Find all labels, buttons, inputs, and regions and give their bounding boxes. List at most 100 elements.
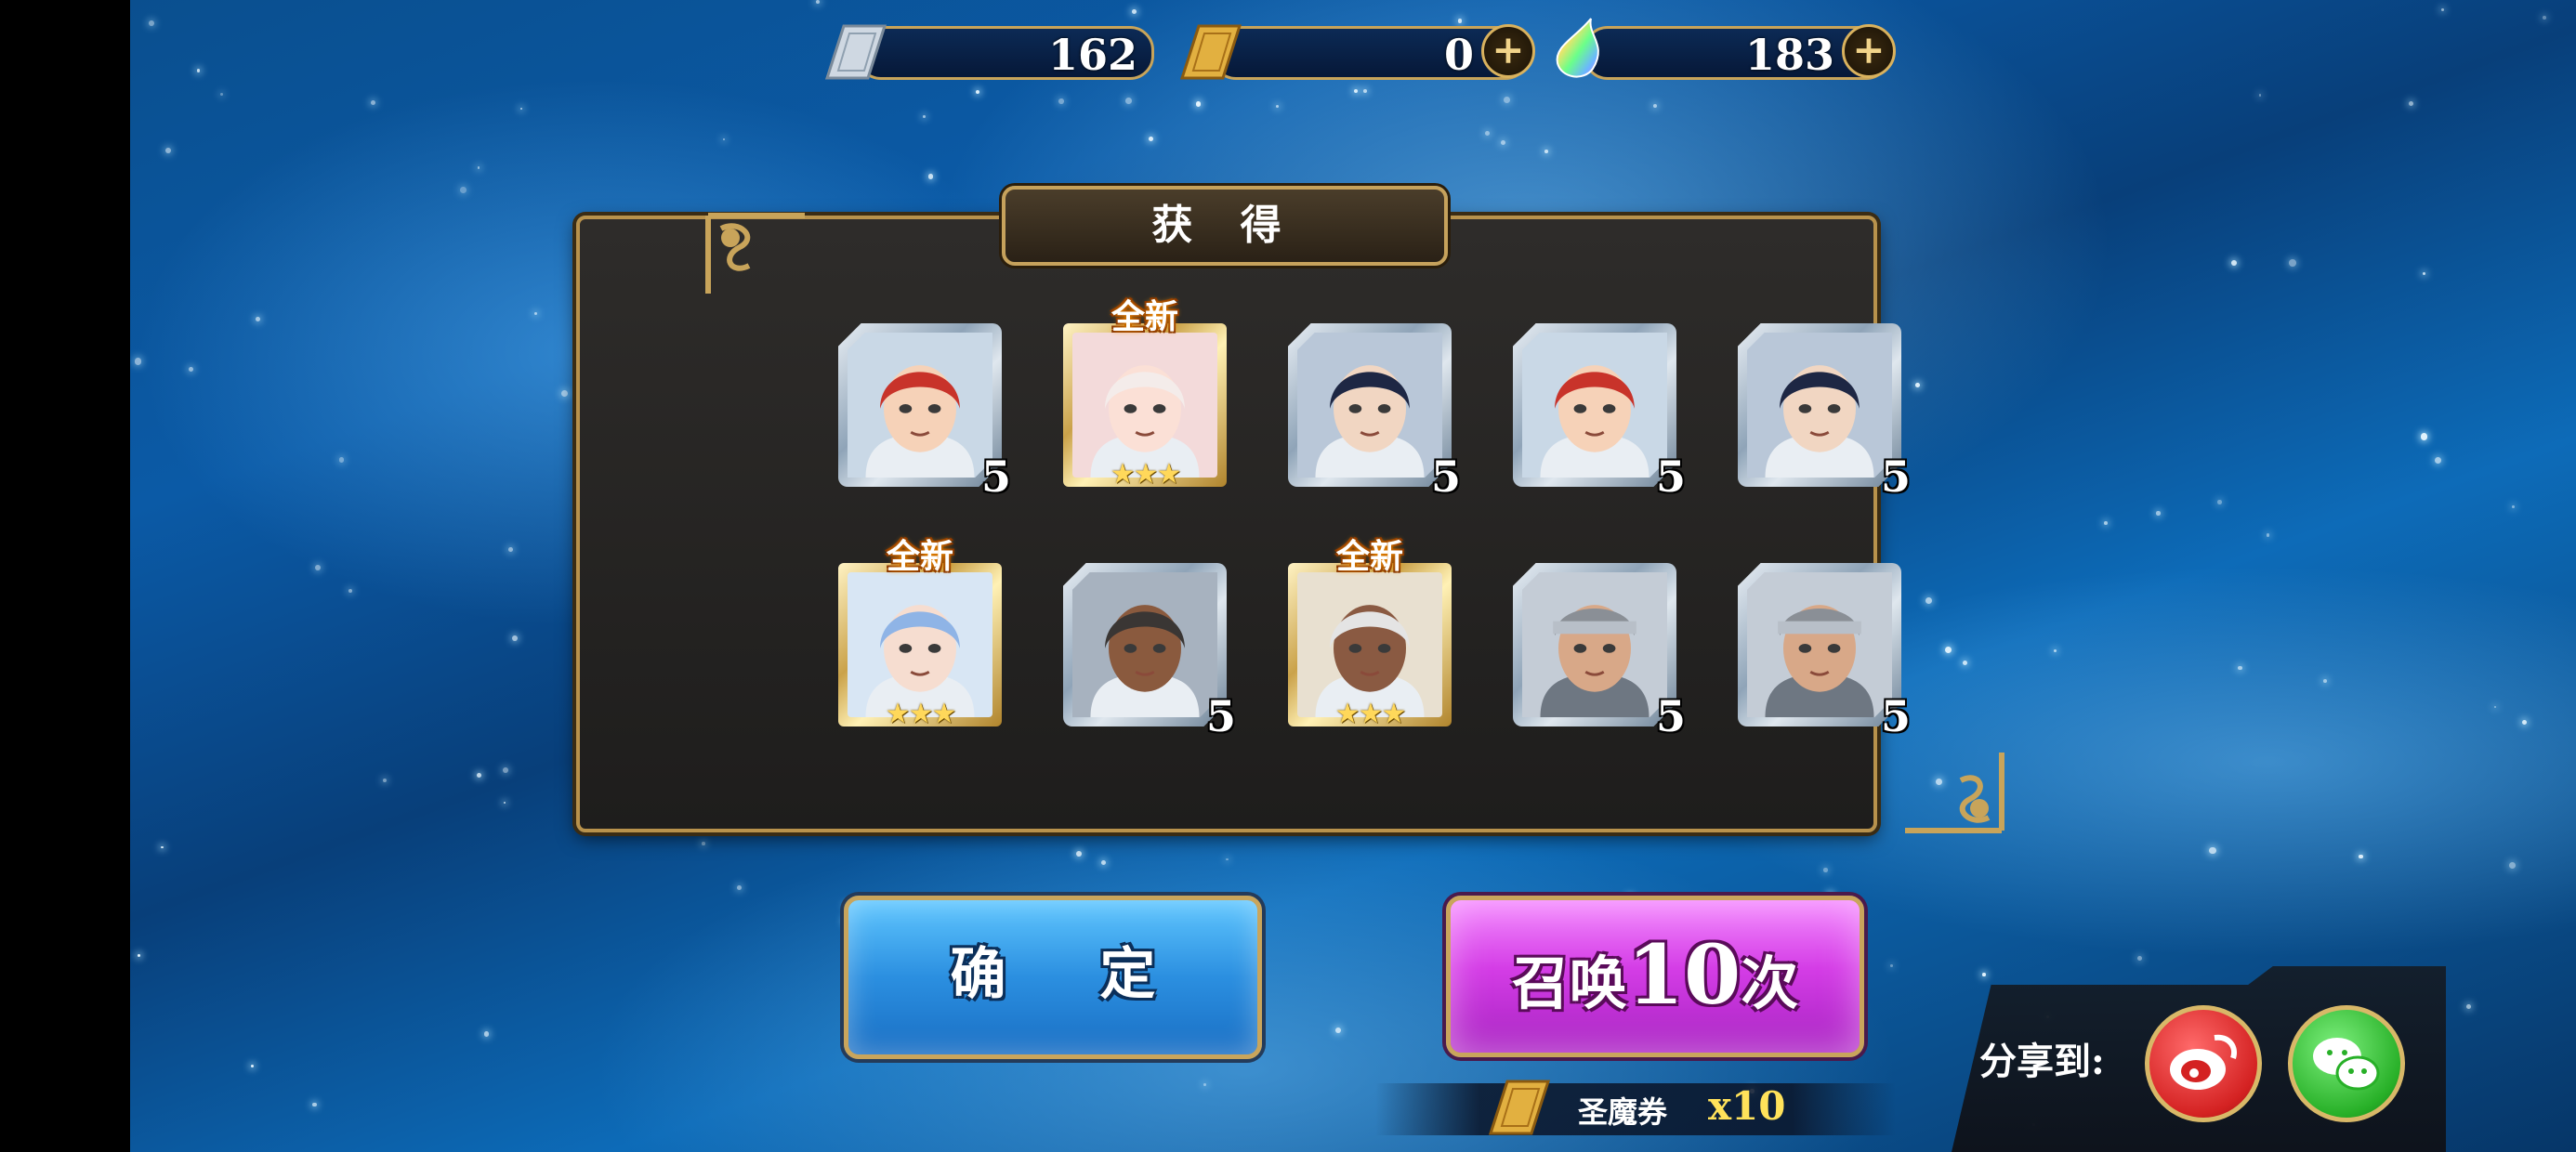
result-card[interactable]: 5 bbox=[1513, 563, 1686, 741]
cost-count: x10 bbox=[1708, 1083, 1786, 1129]
sparkle bbox=[1963, 661, 1968, 666]
currency-crystal: 183 + bbox=[1550, 18, 1896, 80]
character-portrait bbox=[1297, 572, 1442, 717]
result-card[interactable]: 5 bbox=[1738, 323, 1911, 502]
sparkle bbox=[1503, 96, 1511, 104]
sparkle bbox=[2409, 101, 2414, 107]
result-card[interactable]: ★★★ 全新 bbox=[838, 537, 1002, 730]
sparkle bbox=[2420, 433, 2428, 440]
sparkle bbox=[2104, 521, 2108, 526]
sparkle bbox=[476, 772, 482, 779]
result-card[interactable]: 5 bbox=[1513, 323, 1686, 502]
card-count: 5 bbox=[1430, 452, 1461, 502]
sparkle bbox=[1353, 88, 1359, 94]
sparkle bbox=[1925, 597, 1933, 605]
sparkle bbox=[1195, 101, 1202, 107]
star-rating: ★★★ bbox=[885, 698, 957, 730]
card-count: 5 bbox=[1880, 691, 1911, 741]
summon-label: 召唤10次 bbox=[1511, 926, 1799, 1023]
card-count: 5 bbox=[1655, 452, 1686, 502]
cost-item-name: 圣魔券 bbox=[1578, 1094, 1668, 1130]
sparkle bbox=[1485, 130, 1490, 136]
sparkle bbox=[737, 885, 743, 890]
sparkle bbox=[137, 953, 140, 957]
new-badge: 全新 bbox=[886, 537, 953, 576]
character-portrait bbox=[1072, 333, 1217, 478]
currency-gold-ticket: 0 + bbox=[1178, 22, 1535, 80]
sparkle bbox=[1125, 98, 1133, 104]
sparkle bbox=[2258, 94, 2262, 97]
result-card[interactable]: 5 bbox=[1288, 323, 1461, 502]
confirm-button[interactable]: 确 定 bbox=[844, 896, 1262, 1059]
sparkle bbox=[2209, 846, 2216, 855]
ornament-top-left bbox=[705, 213, 805, 294]
sparkle bbox=[928, 174, 934, 179]
sparkle bbox=[2288, 259, 2296, 268]
character-portrait bbox=[1522, 333, 1667, 478]
new-badge: 全新 bbox=[1335, 537, 1403, 576]
ornament-bottom-right bbox=[1905, 753, 2004, 833]
sparkle bbox=[508, 547, 513, 552]
sparkle bbox=[1100, 859, 1107, 866]
sparkle bbox=[1058, 98, 1064, 104]
sparkle bbox=[164, 147, 172, 153]
sparkle bbox=[976, 90, 980, 95]
result-card[interactable]: 5 bbox=[1738, 563, 1911, 741]
character-portrait bbox=[848, 572, 992, 717]
wechat-icon bbox=[2313, 1038, 2380, 1091]
sparkle bbox=[2521, 719, 2528, 726]
star-rating: ★★★ bbox=[1334, 698, 1407, 730]
crystal-count: 183 bbox=[1744, 30, 1834, 80]
add-crystal-button[interactable]: + bbox=[1842, 24, 1896, 78]
confirm-label: 确 定 bbox=[950, 942, 1193, 1007]
sparkle bbox=[161, 845, 164, 849]
sparkle bbox=[560, 389, 568, 397]
panel-title: 获 得 bbox=[1002, 186, 1448, 266]
sparkle bbox=[338, 457, 345, 463]
sparkle bbox=[483, 1031, 490, 1037]
sparkle bbox=[2543, 16, 2547, 20]
sparkle bbox=[2422, 271, 2426, 276]
star-rating: ★★★ bbox=[1110, 458, 1182, 491]
result-card[interactable]: ★★★ 全新 bbox=[1063, 297, 1227, 491]
sparkle bbox=[196, 68, 201, 72]
sparkle bbox=[702, 842, 705, 846]
sparkle bbox=[2155, 510, 2161, 516]
weibo-share-button[interactable] bbox=[2145, 1005, 2262, 1122]
sparkle bbox=[1915, 383, 1920, 387]
sparkle bbox=[1275, 104, 1280, 109]
add-gold-ticket-button[interactable]: + bbox=[1481, 24, 1535, 78]
sparkle bbox=[534, 312, 538, 316]
sparkle bbox=[2266, 533, 2270, 537]
sparkle bbox=[722, 137, 725, 140]
sparkle bbox=[478, 166, 480, 169]
sparkle bbox=[1132, 9, 1137, 15]
character-portrait bbox=[1072, 572, 1217, 717]
sparkle bbox=[2493, 705, 2496, 708]
sparkle bbox=[2440, 7, 2445, 12]
sparkle bbox=[2511, 504, 2515, 508]
sparkle bbox=[383, 779, 388, 783]
sparkle bbox=[815, 0, 821, 5]
result-card[interactable]: 5 bbox=[1063, 563, 1236, 741]
sparkle bbox=[519, 107, 523, 111]
result-card[interactable]: ★★★ 全新 bbox=[1288, 537, 1452, 730]
result-card[interactable]: 5 bbox=[838, 323, 1011, 502]
silver-ticket-icon bbox=[824, 24, 887, 80]
sparkle bbox=[1544, 149, 1548, 153]
wechat-share-button[interactable] bbox=[2288, 1005, 2405, 1122]
sparkle bbox=[315, 565, 322, 571]
summon-10-button[interactable]: 召唤10次 bbox=[1446, 896, 1864, 1057]
sparkle bbox=[2238, 665, 2242, 671]
sparkle bbox=[2466, 1003, 2472, 1009]
gold-ticket-icon bbox=[1179, 24, 1242, 80]
new-badge: 全新 bbox=[1111, 297, 1178, 336]
gold-ticket-icon bbox=[1488, 1080, 1551, 1135]
share-label: 分享到: bbox=[1979, 1040, 2105, 1083]
sparkle bbox=[348, 588, 353, 594]
sparkle bbox=[2322, 679, 2327, 683]
sparkle bbox=[134, 358, 142, 365]
sparkle bbox=[370, 99, 376, 106]
character-portrait bbox=[1522, 572, 1667, 717]
character-portrait bbox=[1297, 333, 1442, 478]
